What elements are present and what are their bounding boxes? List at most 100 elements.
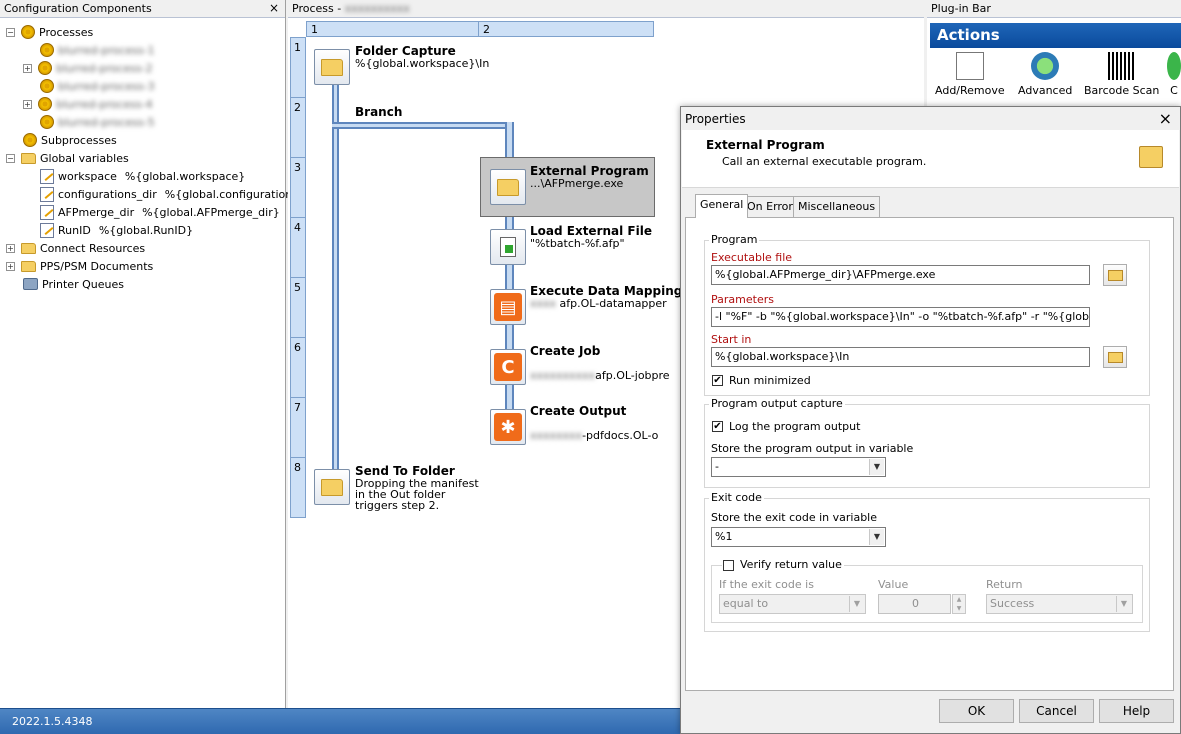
step-title: Execute Data Mapping [530, 284, 683, 298]
value-text: 0 [912, 597, 919, 610]
general-tab-body: Program Executable file %{global.AFPmerg… [685, 217, 1174, 691]
cancel-button[interactable]: Cancel [1019, 699, 1094, 723]
tree-node-processes[interactable]: − Processes [6, 23, 93, 41]
folder-icon [21, 242, 36, 254]
ok-button[interactable]: OK [939, 699, 1014, 723]
send-to-folder-step[interactable] [314, 469, 350, 505]
tree-node-printer-queues[interactable]: Printer Queues [23, 275, 124, 293]
document-download-icon [500, 237, 516, 257]
action-barcode-scan[interactable]: Barcode Scan [1084, 52, 1159, 97]
variable-name: AFPmerge_dir [58, 205, 135, 219]
create-job-step[interactable]: C [490, 349, 526, 385]
header-description: Call an external executable program. [722, 155, 927, 168]
process-gear-icon [38, 61, 52, 75]
store-output-select[interactable]: - ▼ [711, 457, 886, 477]
tree-node-subprocesses[interactable]: Subprocesses [23, 131, 117, 149]
open-folder-icon [1107, 269, 1123, 281]
row-number: 5 [294, 281, 301, 294]
process-name-blurred: blurred-process-3 [58, 79, 155, 93]
tree-node-process-item[interactable]: blurred-process-3 [40, 77, 155, 95]
value-input[interactable]: 0 [878, 594, 951, 614]
step-subtitle: xxxxxxxx-pdfdocs.OL-o [530, 429, 659, 442]
configuration-components-pane: Configuration Components × − Processes b… [0, 0, 325, 708]
tree-node-process-item[interactable]: + blurred-process-2 [23, 59, 153, 77]
expand-icon[interactable]: + [23, 63, 32, 73]
action-label: C [1170, 84, 1178, 97]
tab-miscellaneous[interactable]: Miscellaneous [793, 196, 881, 217]
close-icon[interactable]: × [1159, 109, 1172, 128]
collapse-icon[interactable]: − [6, 27, 15, 37]
tree-node-variable[interactable]: AFPmerge_dir %{global.AFPmerge_dir} [40, 203, 280, 221]
group-label: Exit code [709, 491, 764, 504]
tree-node-variable[interactable]: configurations_dir %{global.configuratio… [40, 185, 325, 203]
step-subtitle: xxxxxxxxxxafp.OL-jobpre [530, 369, 670, 382]
tab-on-error[interactable]: On Error [742, 196, 798, 217]
variable-icon [40, 204, 54, 220]
row-divider [291, 337, 305, 338]
load-external-file-step[interactable] [490, 229, 526, 265]
tree-node-process-item[interactable]: + blurred-process-4 [23, 95, 153, 113]
variable-name: workspace [58, 169, 117, 183]
column-ruler: 1 2 [306, 21, 654, 37]
log-output-checkbox[interactable]: ✔ [712, 421, 723, 432]
datamapper-icon: ▤ [494, 293, 522, 321]
browse-start-in-button[interactable] [1103, 346, 1127, 368]
configuration-components-header: Configuration Components × [0, 0, 285, 18]
help-button[interactable]: Help [1099, 699, 1174, 723]
tree-node-pps-psm[interactable]: + PPS/PSM Documents [6, 257, 153, 275]
tree-node-process-item[interactable]: blurred-process-1 [40, 41, 155, 59]
dialog-header: External Program Call an external execut… [682, 130, 1179, 188]
tree-node-variable[interactable]: workspace %{global.workspace} [40, 167, 245, 185]
expand-icon[interactable]: + [6, 261, 15, 271]
create-output-step[interactable]: ✱ [490, 409, 526, 445]
process-pane-header: Process - xxxxxxxxxx [288, 0, 924, 18]
executable-file-label: Executable file [711, 251, 793, 264]
chevron-down-icon[interactable]: ▼ [849, 596, 864, 612]
store-exit-select[interactable]: %1 ▼ [711, 527, 886, 547]
external-program-icon [497, 178, 519, 196]
execute-data-mapping-step[interactable]: ▤ [490, 289, 526, 325]
pipe-connector [332, 122, 512, 129]
variable-icon [40, 222, 54, 238]
step-title: Send To Folder [355, 464, 455, 478]
verify-return-checkbox[interactable] [723, 560, 734, 571]
executable-file-input[interactable]: %{global.AFPmerge_dir}\AFPmerge.exe [711, 265, 1090, 285]
action-advanced[interactable]: Advanced [1018, 52, 1072, 97]
tree-node-global-variables[interactable]: − Global variables [6, 149, 129, 167]
row-number: 1 [294, 41, 301, 54]
parameters-input[interactable]: -l "%F" -b "%{global.workspace}\In" -o "… [711, 307, 1090, 327]
plugin-bar-title: Plug-in Bar [931, 2, 991, 15]
value-spinner[interactable]: ▲ ▼ [952, 594, 966, 614]
process-name-blurred: blurred-process-5 [58, 115, 155, 129]
external-program-step[interactable] [490, 169, 526, 205]
branch-label[interactable]: Branch [355, 105, 402, 119]
action-partial[interactable]: C [1167, 52, 1181, 97]
header-title: External Program [706, 138, 825, 152]
tree-label: Global variables [40, 151, 129, 165]
column-divider [478, 22, 479, 36]
actions-header[interactable]: Actions [930, 23, 1181, 48]
expand-icon[interactable]: + [23, 99, 32, 109]
if-exit-code-select[interactable]: equal to ▼ [719, 594, 866, 614]
log-output-label: Log the program output [729, 420, 861, 433]
start-in-input[interactable]: %{global.workspace}\In [711, 347, 1090, 367]
chevron-down-icon[interactable]: ▼ [869, 529, 884, 545]
chevron-down-icon[interactable]: ▼ [1116, 596, 1131, 612]
chevron-down-icon[interactable]: ▼ [869, 459, 884, 475]
action-add-remove[interactable]: Add/Remove [935, 52, 1005, 97]
folder-capture-step[interactable] [314, 49, 350, 85]
close-icon[interactable]: × [269, 1, 279, 15]
tree-node-process-item[interactable]: blurred-process-5 [40, 113, 155, 131]
return-select[interactable]: Success ▼ [986, 594, 1133, 614]
tree-label: Connect Resources [40, 241, 146, 255]
folder-icon [21, 260, 36, 272]
variable-icon [40, 186, 54, 202]
browse-executable-button[interactable] [1103, 264, 1127, 286]
tab-general[interactable]: General [695, 194, 749, 218]
run-minimized-checkbox[interactable]: ✔ [712, 375, 723, 386]
printer-icon [23, 278, 38, 290]
tree-node-variable[interactable]: RunID %{global.RunID} [40, 221, 193, 239]
tree-node-connect-resources[interactable]: + Connect Resources [6, 239, 145, 257]
expand-icon[interactable]: + [6, 243, 15, 253]
collapse-icon[interactable]: − [6, 153, 15, 163]
